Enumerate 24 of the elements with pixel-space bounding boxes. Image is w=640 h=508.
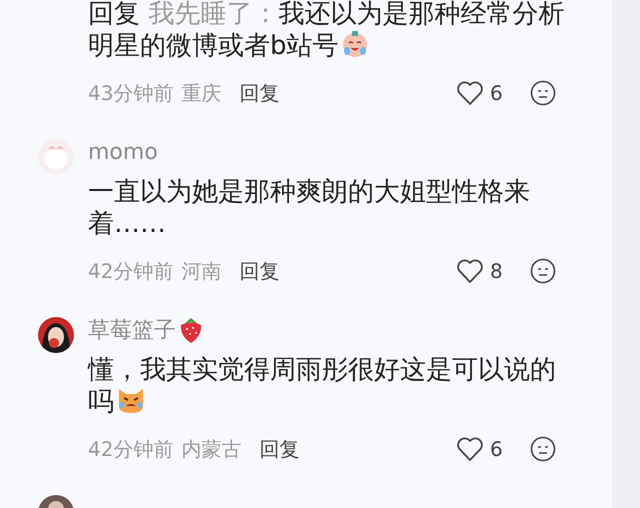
crying-emoji-icon [340, 30, 369, 58]
neutral-face-icon[interactable] [530, 80, 556, 106]
comment-location: 内蒙古 [181, 436, 242, 463]
comment-location: 河南 [181, 258, 222, 285]
comment-text: 回复 我先睡了：我还以为是那种经常分析明星的微博或者b站号 [88, 0, 566, 62]
heart-icon[interactable] [456, 436, 484, 462]
comment-text: 一直以为她是那种爽朗的大姐型性格来着…… [88, 176, 531, 240]
strawberry-icon [178, 316, 204, 344]
reply-button[interactable]: 回复 [239, 78, 280, 108]
comment-location: 重庆 [181, 80, 222, 107]
comment-time: 42分钟前 [88, 258, 174, 285]
comment-time: 43分钟前 [88, 80, 174, 107]
neutral-face-icon[interactable] [530, 436, 556, 462]
neutral-face-icon[interactable] [530, 258, 556, 284]
comment-time: 42分钟前 [88, 436, 174, 463]
heart-icon[interactable] [456, 258, 484, 284]
reply-button[interactable]: 回复 [259, 434, 300, 464]
cat-emoji-icon [116, 386, 146, 414]
like-count: 8 [490, 258, 504, 285]
like-count: 6 [490, 436, 504, 463]
heart-icon[interactable] [456, 80, 484, 106]
comment-text: 懂，我其实觉得周雨彤很好这是可以说的吗 [88, 354, 557, 418]
reply-button[interactable]: 回复 [239, 256, 280, 286]
like-count: 6 [490, 80, 504, 107]
